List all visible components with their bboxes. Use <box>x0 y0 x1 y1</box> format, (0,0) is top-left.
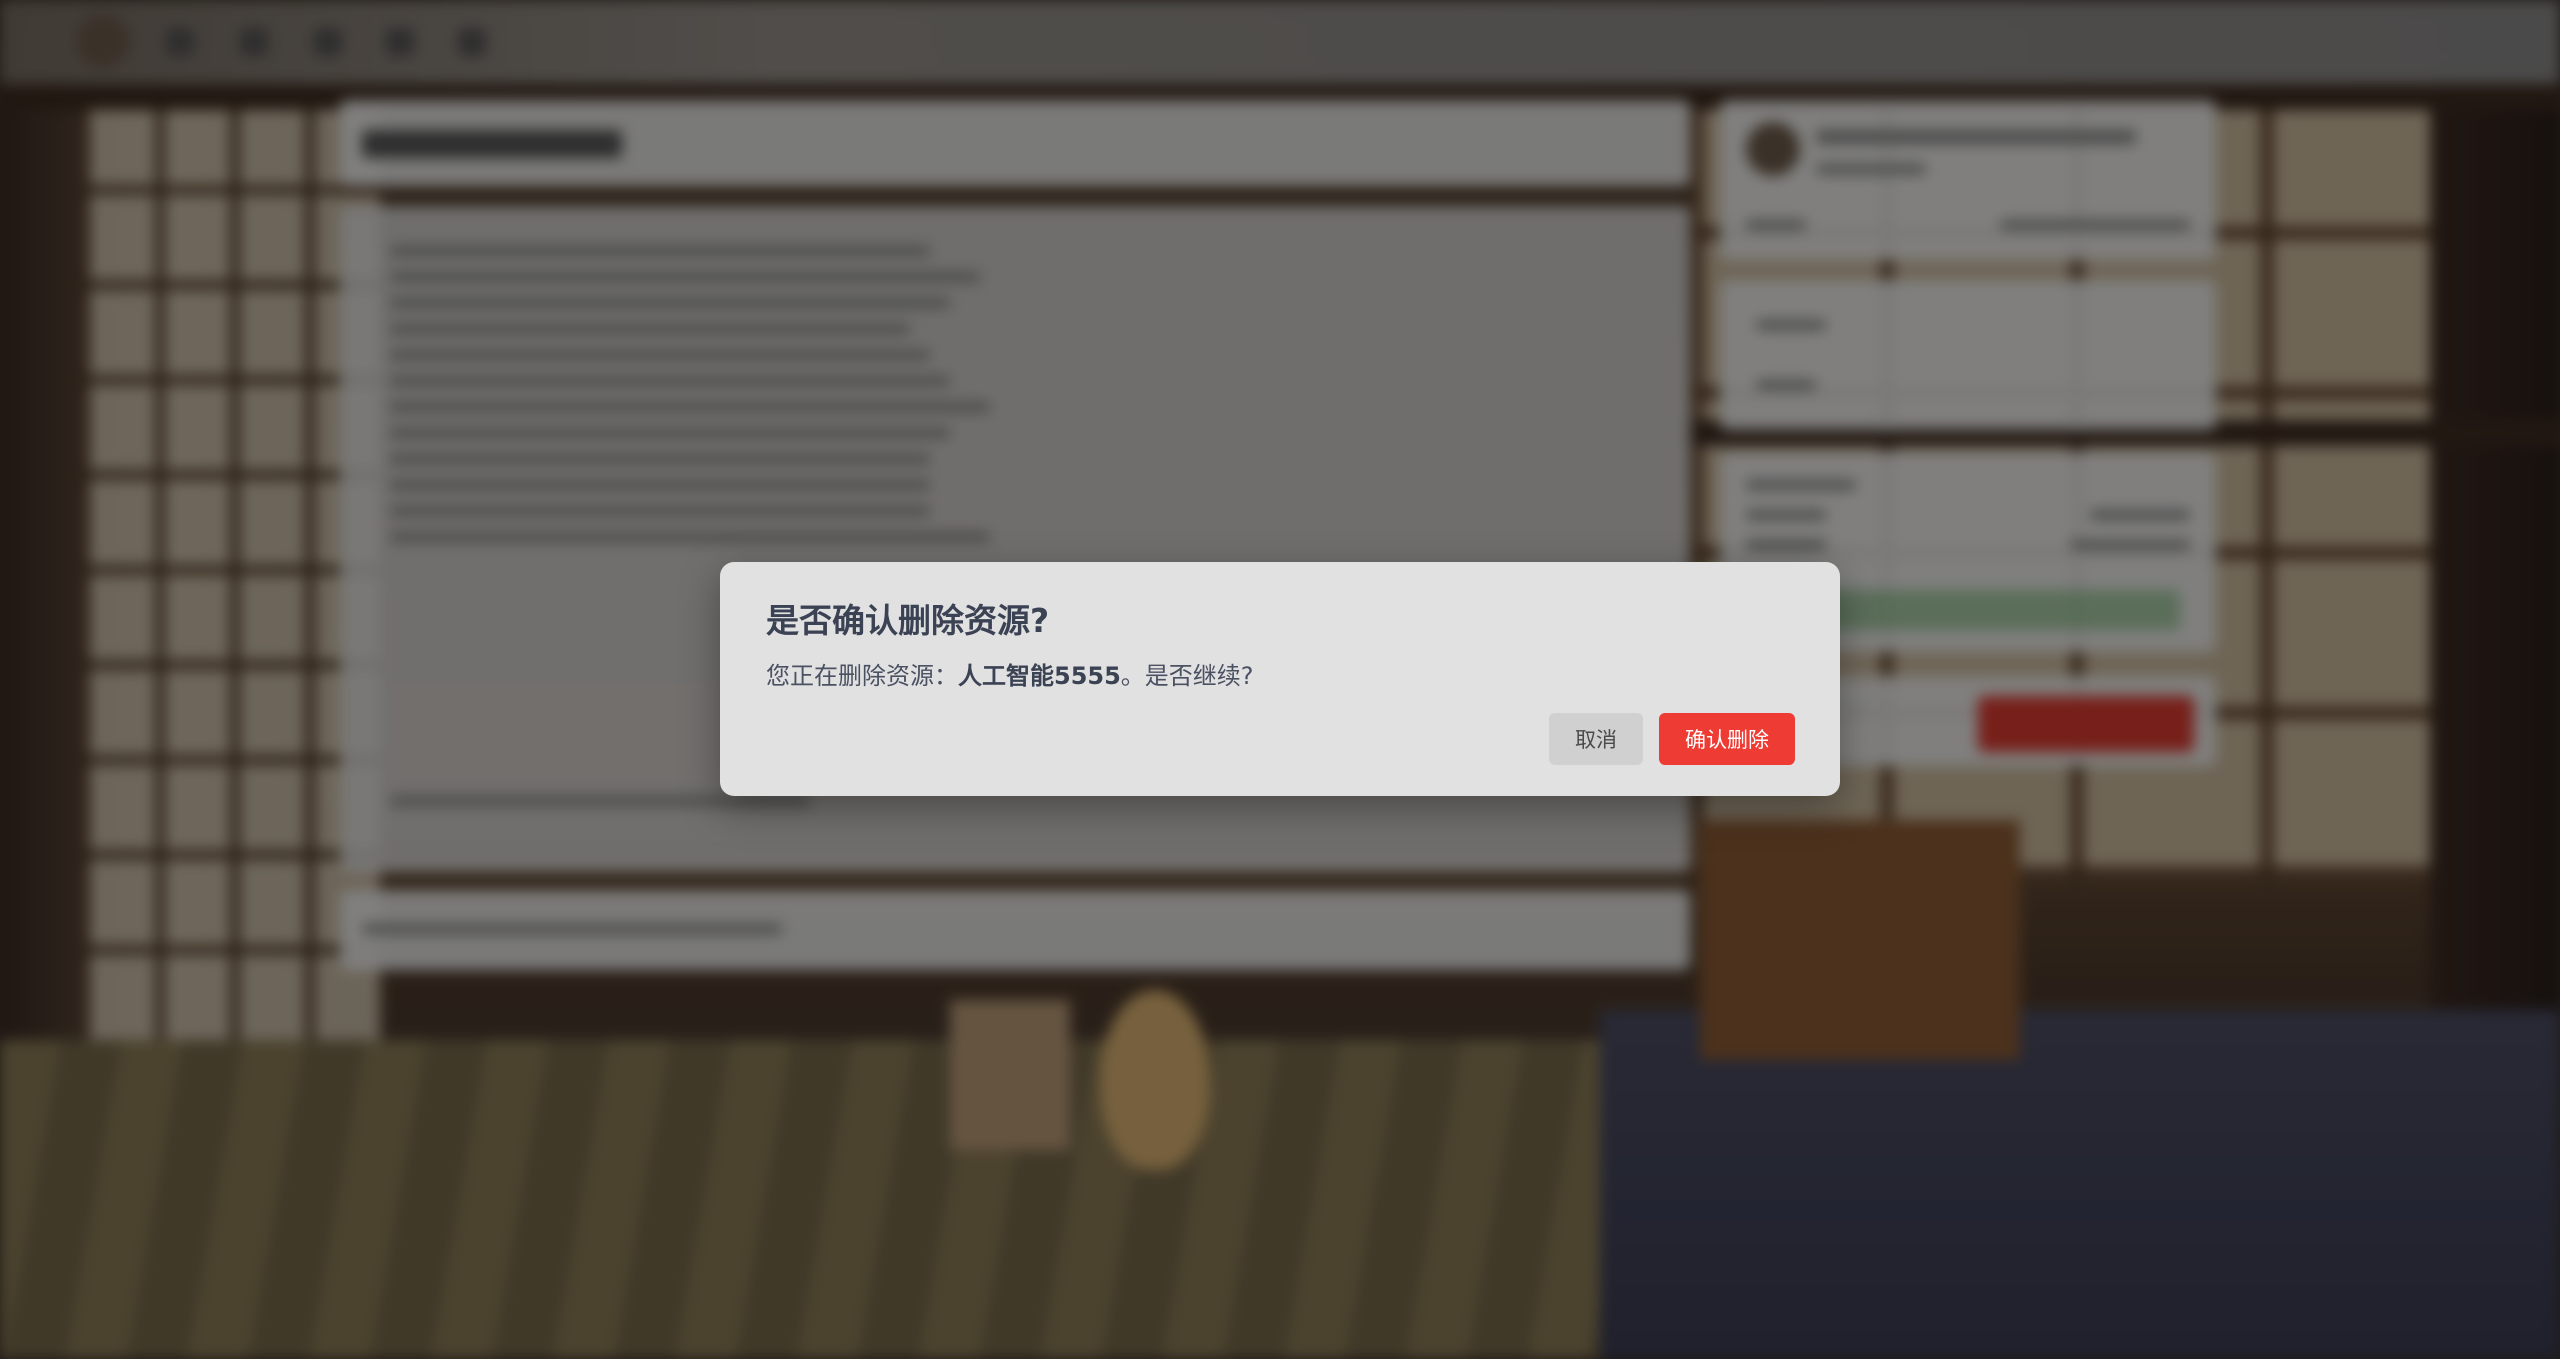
confirm-delete-button[interactable]: 确认删除 <box>1659 713 1795 765</box>
cancel-button[interactable]: 取消 <box>1549 713 1643 765</box>
dialog-message: 您正在删除资源：人工智能5555。是否继续? <box>766 656 1254 691</box>
dialog-actions: 取消 确认删除 <box>1549 713 1795 765</box>
message-prefix: 您正在删除资源： <box>766 662 958 690</box>
dialog-title: 是否确认删除资源? <box>766 601 1050 640</box>
resource-name: 人工智能5555 <box>958 662 1121 690</box>
delete-confirm-dialog: 是否确认删除资源? 您正在删除资源：人工智能5555。是否继续? 取消 确认删除 <box>720 562 1840 796</box>
message-suffix: 。是否继续? <box>1120 662 1254 690</box>
